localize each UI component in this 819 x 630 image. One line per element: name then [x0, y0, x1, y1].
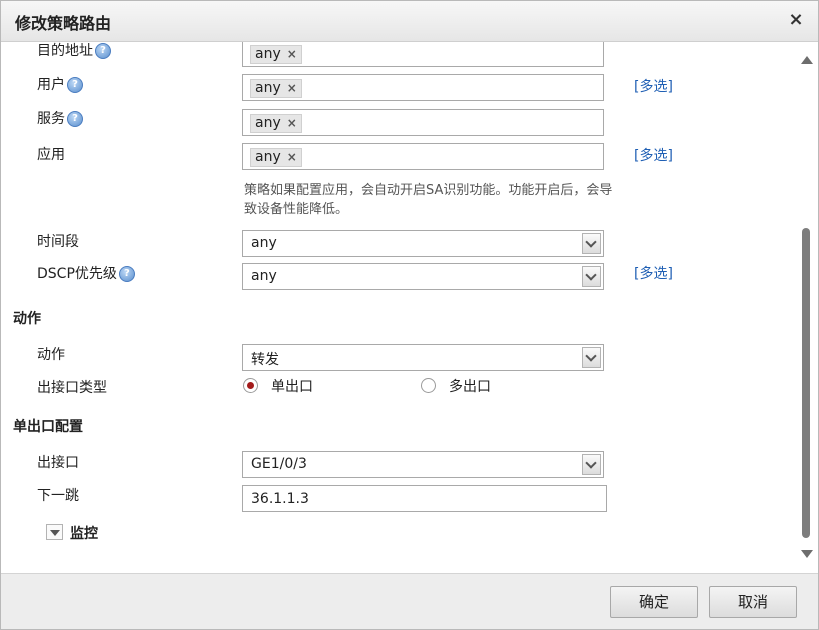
dscp-label-text: DSCP优先级	[37, 266, 117, 282]
remove-tag-icon[interactable]: ×	[287, 116, 297, 130]
interface-value: GE1/0/3	[251, 456, 307, 472]
user-tag: any ×	[250, 79, 302, 98]
help-icon[interactable]: ?	[118, 266, 135, 282]
dialog-footer: 确定 取消	[1, 573, 818, 629]
monitor-section-title[interactable]: 监控	[70, 523, 98, 543]
action-value: 转发	[251, 352, 279, 368]
destination-label: 目的地址?	[37, 42, 111, 60]
user-tag-text: any	[255, 80, 281, 96]
application-tag: any ×	[250, 148, 302, 167]
application-multi-select-link[interactable]: [多选]	[634, 145, 673, 165]
remove-tag-icon[interactable]: ×	[287, 47, 297, 61]
remove-tag-icon[interactable]: ×	[287, 150, 297, 164]
multi-egress-option-label[interactable]: 多出口	[449, 376, 491, 396]
time-range-select[interactable]: any	[242, 230, 604, 257]
dialog-title: 修改策略路由	[15, 14, 112, 33]
user-multi-select-link[interactable]: [多选]	[634, 76, 673, 96]
single-egress-option-label[interactable]: 单出口	[271, 376, 313, 396]
radio-multi-egress[interactable]	[421, 378, 436, 393]
scroll-up-icon[interactable]	[801, 56, 813, 64]
service-tag-input[interactable]: any ×	[242, 109, 604, 136]
dscp-value: any	[251, 268, 277, 284]
dscp-select[interactable]: any	[242, 263, 604, 290]
interface-label: 出接口	[37, 455, 79, 471]
dscp-label: DSCP优先级?	[37, 263, 135, 283]
expand-toggle-icon[interactable]	[46, 524, 63, 540]
chevron-down-icon[interactable]	[582, 233, 601, 254]
single-egress-section-title: 单出口配置	[13, 419, 83, 435]
help-icon[interactable]: ?	[67, 111, 83, 127]
dscp-multi-select-link[interactable]: [多选]	[634, 263, 673, 283]
chevron-down-icon[interactable]	[582, 347, 601, 368]
radio-single-egress[interactable]	[243, 378, 258, 393]
time-range-value: any	[251, 235, 277, 251]
close-icon[interactable]: ×	[786, 9, 806, 31]
egress-type-label: 出接口类型	[37, 380, 107, 396]
action-label: 动作	[37, 347, 65, 363]
application-tag-text: any	[255, 149, 281, 165]
chevron-down-icon[interactable]	[582, 266, 601, 287]
service-tag-text: any	[255, 115, 281, 131]
cancel-button[interactable]: 取消	[709, 586, 797, 618]
destination-tag: any ×	[250, 45, 302, 64]
application-hint: 策略如果配置应用，会自动开启SA识别功能。功能开启后，会导致设备性能降低。	[244, 183, 613, 217]
next-hop-input[interactable]	[242, 485, 607, 512]
interface-select[interactable]: GE1/0/3	[242, 451, 604, 478]
destination-label-text: 目的地址	[37, 43, 93, 59]
chevron-down-icon[interactable]	[582, 454, 601, 475]
vertical-scrollbar[interactable]	[799, 42, 817, 572]
next-hop-label: 下一跳	[37, 488, 79, 504]
scroll-down-icon[interactable]	[801, 550, 813, 558]
destination-tag-text: any	[255, 46, 281, 62]
destination-tag-input[interactable]: any ×	[242, 42, 604, 67]
remove-tag-icon[interactable]: ×	[287, 81, 297, 95]
user-tag-input[interactable]: any ×	[242, 74, 604, 101]
ok-button[interactable]: 确定	[610, 586, 698, 618]
radio-selected-dot	[247, 382, 254, 389]
service-tag: any ×	[250, 114, 302, 133]
help-icon[interactable]: ?	[95, 43, 111, 59]
user-label-text: 用户	[37, 77, 65, 93]
dialog-content: 目的地址? any × 用户? any × [多选] 服务? any × 应用	[3, 42, 799, 572]
service-label-text: 服务	[37, 111, 65, 127]
action-section-title: 动作	[13, 311, 41, 327]
time-range-label: 时间段	[37, 234, 79, 250]
action-select[interactable]: 转发	[242, 344, 604, 371]
application-label: 应用	[37, 147, 65, 163]
service-label: 服务?	[37, 108, 83, 128]
help-icon[interactable]: ?	[67, 77, 83, 93]
user-label: 用户?	[37, 74, 83, 94]
dialog-titlebar: 修改策略路由 ×	[1, 1, 818, 42]
edit-policy-route-dialog: 修改策略路由 × 目的地址? any × 用户? any × [多选] 服务?	[0, 0, 819, 630]
application-tag-input[interactable]: any ×	[242, 143, 604, 170]
scrollbar-thumb[interactable]	[802, 228, 810, 538]
